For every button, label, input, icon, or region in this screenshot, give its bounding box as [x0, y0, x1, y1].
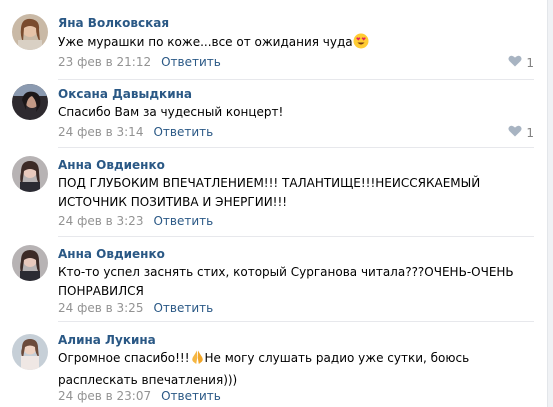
comment-item: Оксана Давыдкина Спасибо Вам за чудесный…	[0, 80, 546, 150]
reply-button[interactable]: Ответить	[153, 125, 213, 139]
comment-text: ПОД ГЛУБОКИМ ВПЕЧАТЛЕНИЕМ!!! ТАЛАНТИЩЕ!!…	[58, 174, 480, 212]
comment-text: Кто-то успел заснять стих, который Сурга…	[58, 263, 514, 301]
heart-icon	[508, 125, 522, 140]
avatar[interactable]	[12, 334, 48, 370]
comment-text-line: ПОД ГЛУБОКИМ ВПЕЧАТЛЕНИЕМ!!! ТАЛАНТИЩЕ!!…	[58, 176, 481, 190]
comment-date[interactable]: 24 фев в 3:23	[58, 214, 143, 228]
avatar[interactable]	[12, 14, 48, 50]
like-button[interactable]: 1	[508, 125, 534, 140]
comment-date[interactable]: 24 фев в 23:07	[58, 389, 151, 403]
comment-item: Анна Овдиенко ПОД ГЛУБОКИМ ВПЕЧАТЛЕНИЕМ!…	[0, 148, 546, 238]
reply-button[interactable]: Ответить	[153, 301, 213, 315]
comment-meta: 23 фев в 21:12 Ответить	[58, 55, 221, 69]
comment-text-line: Спасибо Вам за чудесный концерт!	[58, 105, 284, 119]
reply-button[interactable]: Ответить	[161, 389, 221, 403]
comment-item: Анна Овдиенко Кто-то успел заснять стих,…	[0, 237, 546, 325]
heart-eyes-emoji-icon	[353, 33, 369, 55]
comment-author[interactable]: Анна Овдиенко	[58, 158, 165, 172]
like-count: 1	[526, 55, 534, 70]
comment-text-line: ПОНРАВИЛСЯ	[58, 284, 144, 298]
comment-text-line: ИСТОЧНИК ПОЗИТИВА И ЭНЕРГИИ!!!	[58, 195, 288, 209]
comment-meta: 24 фев в 3:25 Ответить	[58, 301, 213, 315]
comment-author[interactable]: Яна Волковская	[58, 16, 169, 30]
comment-meta: 24 фев в 23:07 Ответить	[58, 389, 221, 403]
comment-text-part: Не могу слушать радио уже сутки, боюсь	[204, 351, 470, 365]
comment-date[interactable]: 23 фев в 21:12	[58, 55, 151, 69]
comment-text: Уже мурашки по коже...все от ожидания чу…	[58, 33, 369, 55]
comment-author[interactable]: Оксана Давыдкина	[58, 87, 192, 101]
comment-text-line: Уже мурашки по коже...все от ожидания чу…	[58, 35, 353, 49]
like-count: 1	[526, 125, 534, 140]
avatar[interactable]	[12, 156, 48, 192]
comment-item: Яна Волковская Уже мурашки по коже...все…	[0, 0, 546, 80]
comment-text-line: Кто-то успел заснять стих, который Сурга…	[58, 265, 514, 279]
comment-item: Алина Лукина Огромное спасибо!!! Не могу …	[0, 322, 546, 407]
reply-button[interactable]: Ответить	[161, 55, 221, 69]
scroll-edge	[547, 0, 553, 407]
comment-meta: 24 фев в 3:23 Ответить	[58, 214, 213, 228]
folded-hands-emoji-icon	[190, 349, 205, 371]
heart-icon	[508, 55, 522, 70]
comment-date[interactable]: 24 фев в 3:25	[58, 301, 143, 315]
avatar[interactable]	[12, 84, 48, 120]
comment-text: Огромное спасибо!!! Не могу слушать радио…	[58, 349, 469, 390]
comment-meta: 24 фев в 3:14 Ответить	[58, 125, 213, 139]
comment-text: Спасибо Вам за чудесный концерт!	[58, 103, 283, 122]
comment-author[interactable]: Алина Лукина	[58, 333, 156, 347]
reply-button[interactable]: Ответить	[153, 214, 213, 228]
avatar[interactable]	[12, 245, 48, 281]
comment-text-line: Огромное спасибо!!! Не могу слушать радио…	[58, 349, 469, 371]
comment-author[interactable]: Анна Овдиенко	[58, 247, 165, 261]
comment-text-part: Огромное спасибо!!!	[58, 351, 190, 365]
comment-text-line: расплескать впечатления)))	[58, 373, 238, 387]
comment-date[interactable]: 24 фев в 3:14	[58, 125, 143, 139]
like-button[interactable]: 1	[508, 55, 534, 70]
